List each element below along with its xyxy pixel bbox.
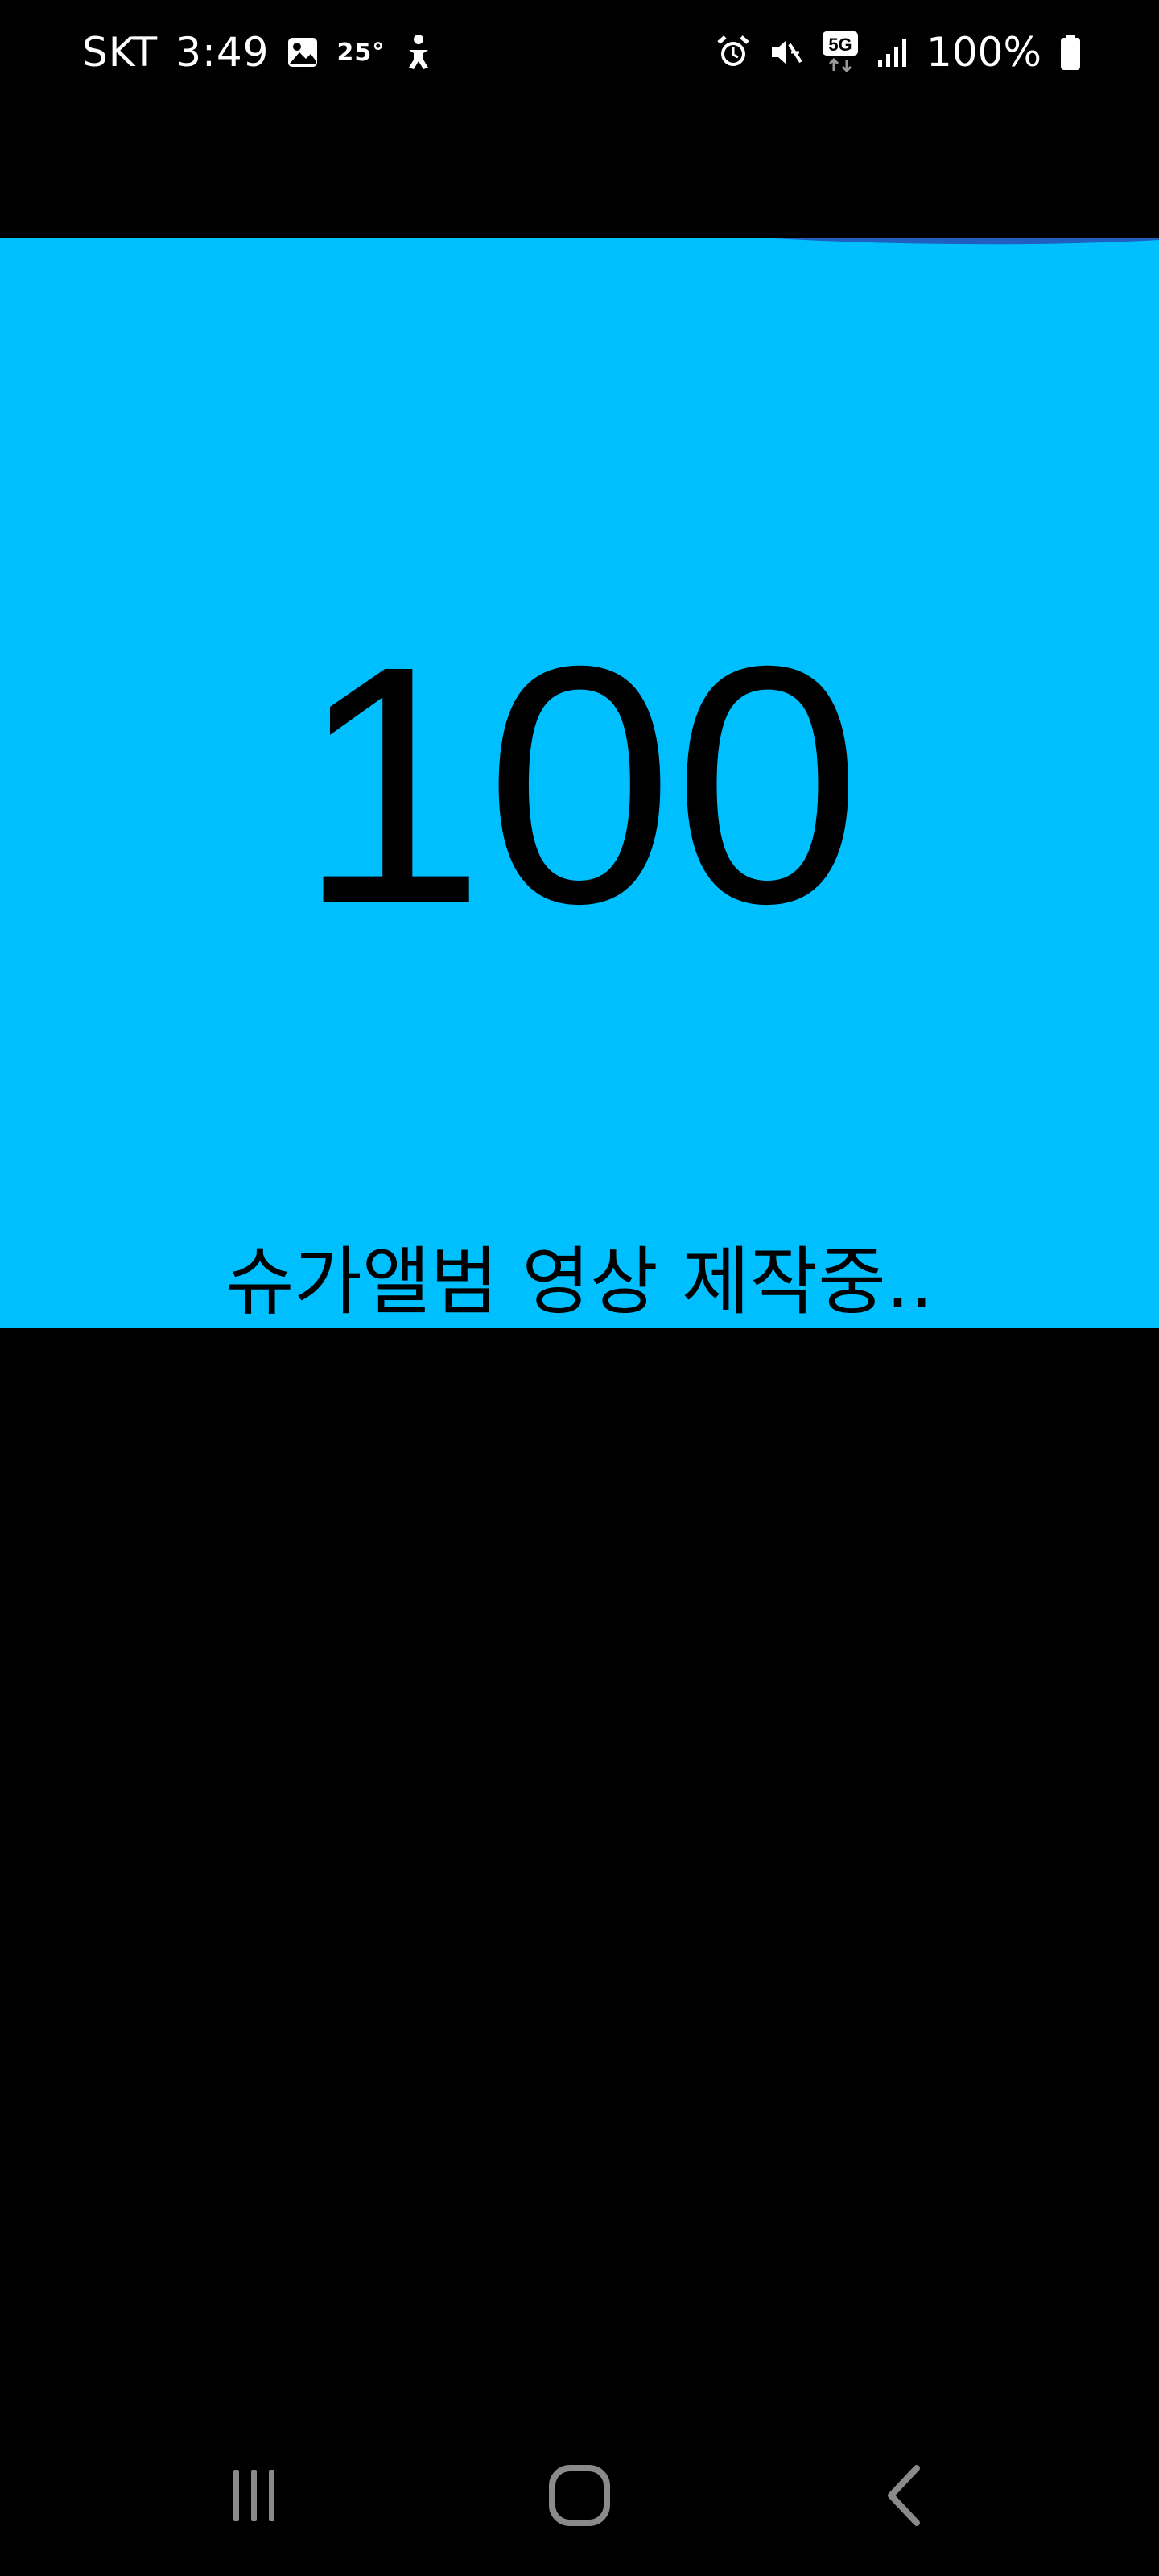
back-button[interactable] <box>840 2439 969 2552</box>
clock: 3:49 <box>175 29 270 76</box>
temperature-badge: 25° <box>336 38 386 67</box>
5g-icon: 5G <box>822 31 859 74</box>
progress-percent-value: 100 <box>297 597 862 974</box>
progress-status-message: 슈가앨범 영상 제작중.. <box>225 1239 934 1325</box>
status-bar-right: 5G 100% <box>716 24 1082 80</box>
gallery-icon <box>287 36 319 68</box>
screen: SKT 3:49 25° 5G 100% 100 슈가앨범 영상 제작중.. <box>0 0 1159 2576</box>
mute-icon <box>769 35 804 70</box>
navigation-bar <box>0 2439 1159 2552</box>
back-icon <box>888 2465 920 2526</box>
progress-indicator-strip <box>773 238 1159 245</box>
network-type-label: 5G <box>828 35 852 55</box>
carrier-label: SKT <box>82 29 159 76</box>
home-button[interactable] <box>515 2439 644 2552</box>
recent-apps-button[interactable] <box>190 2439 319 2552</box>
signal-icon <box>876 36 909 68</box>
recent-apps-icon <box>233 2470 274 2521</box>
alarm-icon <box>716 35 751 70</box>
status-bar-left: SKT 3:49 25° <box>82 24 435 80</box>
accessibility-icon <box>402 34 435 71</box>
progress-panel: 100 슈가앨범 영상 제작중.. <box>0 238 1159 1328</box>
status-bar: SKT 3:49 25° 5G 100% <box>0 0 1159 105</box>
home-icon <box>549 2465 610 2526</box>
battery-percent: 100% <box>926 29 1041 76</box>
battery-icon <box>1059 34 1082 71</box>
